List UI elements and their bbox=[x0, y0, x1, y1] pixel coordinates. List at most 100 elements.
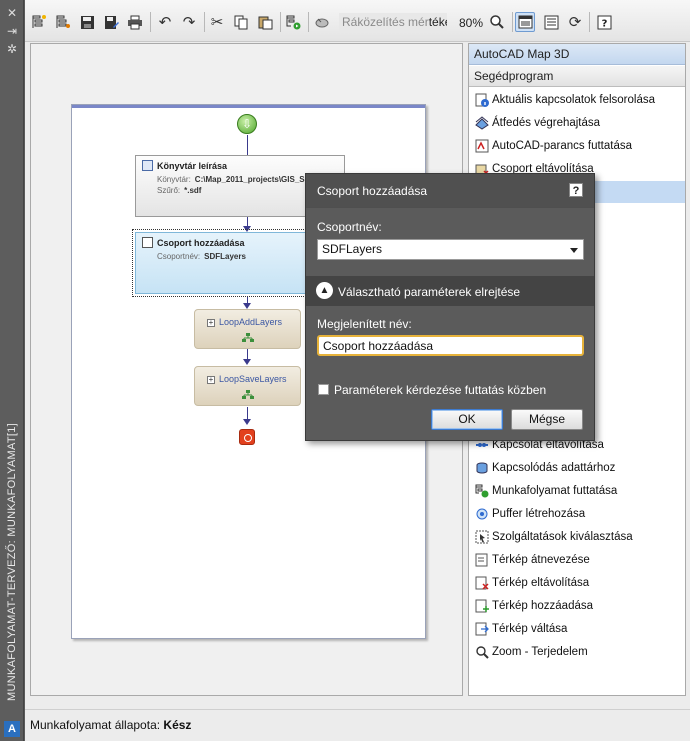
activity-list-item[interactable]: Átfedés végrehajtása bbox=[469, 112, 685, 134]
group-name-select[interactable]: SDFLayers bbox=[317, 239, 584, 260]
activity-list-item[interactable]: Kapcsolódás adattárhoz bbox=[469, 457, 685, 479]
loop-icon bbox=[242, 333, 254, 342]
activity-list-item[interactable]: Zoom - Terjedelem bbox=[469, 641, 685, 663]
activity-list-item[interactable]: Munkafolyamat futtatása bbox=[469, 480, 685, 502]
loop-add-layers[interactable]: + LoopAddLayers bbox=[194, 309, 301, 349]
zoom-input-tail: téke bbox=[428, 15, 447, 29]
refresh-icon[interactable]: ⟳ bbox=[565, 12, 585, 32]
activity-list-item[interactable]: Térkép váltása bbox=[469, 618, 685, 640]
zoom-extent-icon bbox=[475, 645, 489, 659]
command-icon bbox=[475, 139, 489, 153]
display-name-input[interactable] bbox=[317, 335, 584, 356]
close-palette-icon[interactable]: ✕ bbox=[5, 6, 19, 20]
map-add-icon bbox=[475, 599, 489, 613]
filter-row-value: *.sdf bbox=[184, 186, 202, 195]
group-name-row-value: SDFLayers bbox=[204, 252, 246, 261]
new-activity-icon[interactable] bbox=[29, 12, 49, 32]
toolbar-separator bbox=[204, 12, 205, 32]
activity-list-item[interactable]: Aktuális kapcsolatok felsorolása bbox=[469, 89, 685, 111]
palette-title-text: MUNKAFOLYAMAT-TERVEZŐ: MUNKAFOLYAMAT[1] bbox=[6, 423, 18, 701]
select-features-icon bbox=[475, 530, 489, 544]
properties-icon[interactable] bbox=[541, 12, 561, 32]
workflow-end-icon[interactable] bbox=[239, 429, 255, 445]
undo-icon[interactable]: ↶ bbox=[155, 12, 175, 32]
loop-label: LoopAddLayers bbox=[219, 317, 283, 327]
flow-arrow bbox=[243, 359, 251, 365]
cut-icon[interactable]: ✂ bbox=[207, 12, 227, 32]
activity-list-item-label: Térkép hozzáadása bbox=[492, 600, 594, 612]
group-name-select-value: SDFLayers bbox=[322, 242, 383, 256]
buffer-icon bbox=[475, 507, 489, 521]
toggle-panel-icon[interactable] bbox=[515, 12, 535, 32]
activity-list-item-label: Térkép átnevezése bbox=[492, 554, 590, 566]
activity-list-item[interactable]: Térkép hozzáadása bbox=[469, 595, 685, 617]
palette-properties-icon[interactable]: ✲ bbox=[5, 42, 19, 56]
workflow-run-icon bbox=[475, 484, 489, 498]
paste-icon[interactable] bbox=[255, 12, 275, 32]
autohide-icon[interactable]: ⇥ bbox=[5, 24, 19, 38]
zoom-input-placeholder: Ráközelítés mér bbox=[342, 15, 429, 29]
run-workflow-icon[interactable] bbox=[283, 12, 303, 32]
palette-side-bar: ✕ ⇥ ✲ MUNKAFOLYAMAT-TERVEZŐ: MUNKAFOLYAM… bbox=[0, 0, 24, 741]
display-name-label: Megjelenített név: bbox=[317, 317, 412, 331]
loop-label: LoopSaveLayers bbox=[219, 374, 287, 384]
flow-connector bbox=[247, 135, 248, 155]
group-name-label: Csoportnév: bbox=[317, 220, 382, 234]
ok-button[interactable]: OK bbox=[431, 409, 503, 430]
status-label: Munkafolyamat állapota: bbox=[30, 718, 161, 732]
activity-list-item-label: Térkép váltása bbox=[492, 623, 568, 635]
page-top-border bbox=[72, 105, 425, 108]
library-row: Könyvtár: C:\Map_2011_projects\GIS_S bbox=[157, 175, 305, 184]
activity-list-item-label: Térkép eltávolítása bbox=[492, 577, 590, 589]
filter-row: Szűrő: *.sdf bbox=[157, 186, 201, 195]
activity-list-item-label: Átfedés végrehajtása bbox=[492, 117, 601, 129]
toolbar-separator bbox=[512, 12, 513, 32]
loop-save-layers[interactable]: + LoopSaveLayers bbox=[194, 366, 301, 406]
activity-list-item-label: Munkafolyamat futtatása bbox=[492, 485, 618, 497]
flow-arrow bbox=[243, 419, 251, 425]
toolbar-separator bbox=[308, 12, 309, 32]
prompt-params-label[interactable]: Paraméterek kérdezése futtatás közben bbox=[334, 383, 546, 397]
activity-list-item[interactable]: Puffer létrehozása bbox=[469, 503, 685, 525]
print-icon[interactable] bbox=[125, 12, 145, 32]
help-icon[interactable]: ? bbox=[569, 183, 583, 197]
connect-icon bbox=[475, 461, 489, 475]
zoom-fit-icon[interactable] bbox=[487, 12, 507, 32]
toolbar-separator bbox=[150, 12, 151, 32]
collapse-up-icon[interactable]: ▲ bbox=[316, 282, 333, 299]
workflow-start-icon[interactable]: ⇩ bbox=[237, 114, 257, 134]
copy-icon[interactable] bbox=[231, 12, 251, 32]
library-activity-title: Könyvtár leírása bbox=[157, 161, 228, 171]
overlay-icon bbox=[475, 116, 489, 130]
library-row-label: Könyvtár: bbox=[157, 175, 191, 184]
activity-list-item[interactable]: Térkép átnevezése bbox=[469, 549, 685, 571]
expand-icon[interactable]: + bbox=[207, 319, 215, 327]
save-as-icon[interactable] bbox=[101, 12, 121, 32]
autocad-logo-icon: A bbox=[4, 721, 20, 737]
add-group-dialog: Csoport hozzáadása ? Csoportnév: SDFLaye… bbox=[305, 173, 595, 441]
activity-list-item[interactable]: Térkép eltávolítása bbox=[469, 572, 685, 594]
toolbar-separator bbox=[280, 12, 281, 32]
svg-text:?: ? bbox=[601, 18, 607, 29]
activity-list-item[interactable]: AutoCAD-parancs futtatása bbox=[469, 135, 685, 157]
activity-list-item-label: AutoCAD-parancs futtatása bbox=[492, 140, 632, 152]
activity-list-item[interactable]: Szolgáltatások kiválasztása bbox=[469, 526, 685, 548]
panel-subheader[interactable]: Segédprogram bbox=[469, 66, 685, 87]
cancel-button[interactable]: Mégse bbox=[511, 409, 583, 430]
group-activity-icon bbox=[142, 237, 153, 248]
info-icon bbox=[475, 93, 489, 107]
panel-header[interactable]: AutoCAD Map 3D bbox=[469, 44, 685, 65]
redo-icon[interactable]: ↷ bbox=[179, 12, 199, 32]
activity-list-item-label: Puffer létrehozása bbox=[492, 508, 586, 520]
optional-params-toggle-label[interactable]: Választható paraméterek elrejtése bbox=[338, 285, 520, 299]
new-workflow-icon[interactable] bbox=[53, 12, 73, 32]
help-icon[interactable]: ? bbox=[594, 12, 614, 32]
map-remove-icon bbox=[475, 576, 489, 590]
expand-icon[interactable]: + bbox=[207, 376, 215, 384]
activity-list-item-label: Kapcsolódás adattárhoz bbox=[492, 462, 616, 474]
chevron-down-icon bbox=[570, 248, 578, 253]
prompt-params-checkbox[interactable] bbox=[318, 384, 329, 395]
zoom-tool-icon[interactable] bbox=[312, 12, 332, 32]
save-icon[interactable] bbox=[77, 12, 97, 32]
zoom-input[interactable]: Ráközelítés mértéke bbox=[339, 13, 447, 32]
